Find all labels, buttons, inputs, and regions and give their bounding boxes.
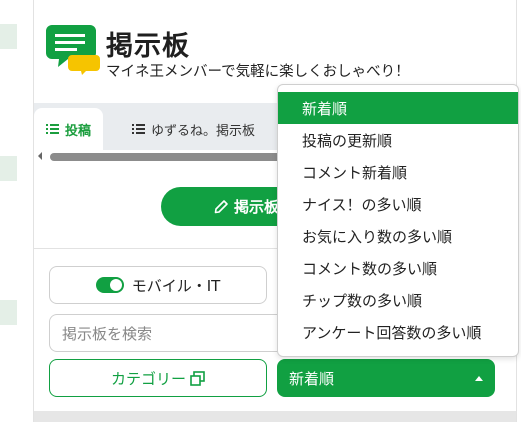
sort-option-most-comments[interactable]: コメント数の多い順 (278, 252, 518, 284)
external-window-icon (190, 370, 205, 386)
search-input[interactable]: 掲示板を検索 (49, 314, 284, 352)
category-chip-mobile-it[interactable]: モバイル・IT (49, 266, 267, 304)
category-chip-label: モバイル・IT (131, 276, 221, 295)
caret-up-icon (475, 375, 483, 381)
left-panel-block (0, 300, 17, 325)
tab-yuzurune-board[interactable]: ゆずるね。掲示板 (132, 108, 255, 150)
sort-option-comment-newest[interactable]: コメント新着順 (278, 156, 518, 188)
category-button-label: カテゴリー (110, 369, 186, 388)
sort-selected-label: 新着順 (289, 369, 335, 388)
left-panel-block (0, 24, 17, 49)
scroll-left-arrow-icon[interactable] (38, 152, 42, 160)
category-button[interactable]: カテゴリー (49, 359, 267, 397)
bottom-band (34, 411, 516, 422)
list-icon (46, 124, 59, 134)
panel-border-left (33, 0, 34, 422)
toggle-switch[interactable] (95, 277, 124, 293)
tab-posts[interactable]: 投稿 (34, 108, 104, 150)
list-icon (132, 124, 145, 134)
tab-label: ゆずるね。掲示板 (151, 123, 256, 139)
search-placeholder: 掲示板を検索 (62, 324, 153, 343)
board-logo-icon (46, 25, 100, 75)
tab-label: 投稿 (65, 123, 92, 139)
horizontal-scrollbar[interactable] (50, 153, 290, 161)
sort-option-most-survey-answers[interactable]: アンケート回答数の多い順 (278, 316, 518, 348)
sort-option-newest[interactable]: 新着順 (278, 92, 518, 124)
page-title: 掲示板 (106, 31, 190, 62)
post-button-label: 掲示板 (234, 198, 280, 216)
pencil-icon (214, 199, 228, 213)
sort-option-most-tips[interactable]: チップ数の多い順 (278, 284, 518, 316)
sort-select[interactable]: 新着順 (277, 359, 495, 397)
left-panel-block (0, 156, 17, 181)
sort-option-most-favorites[interactable]: お気に入り数の多い順 (278, 220, 518, 252)
sort-option-post-updated[interactable]: 投稿の更新順 (278, 124, 518, 156)
sort-option-most-nice[interactable]: ナイス！の多い順 (278, 188, 518, 220)
left-panel-edge (0, 0, 17, 422)
sort-dropdown-menu: 新着順 投稿の更新順 コメント新着順 ナイス！の多い順 お気に入り数の多い順 コ… (277, 84, 519, 357)
page-subtitle: マイネ王メンバーで気軽に楽しくおしゃべり！ (106, 64, 410, 80)
